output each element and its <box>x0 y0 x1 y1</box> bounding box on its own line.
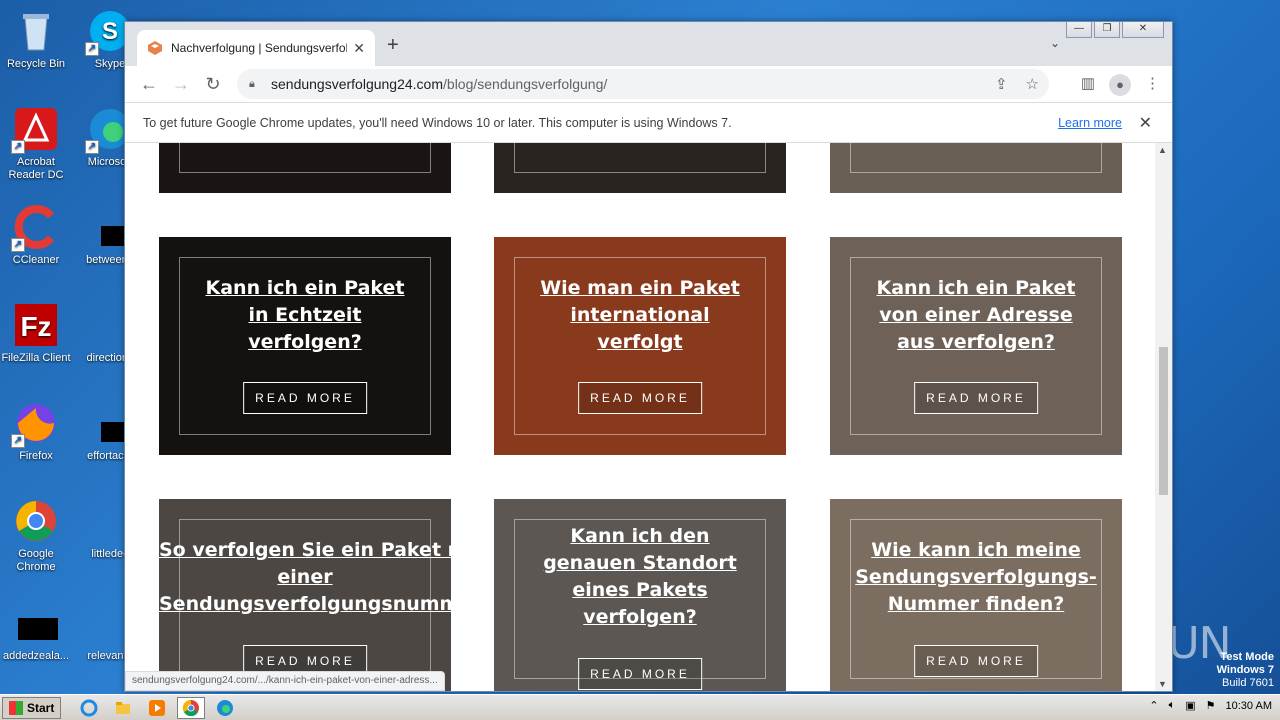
new-tab-button[interactable]: + <box>387 34 399 57</box>
desktop-icon-label: Acrobat Reader DC <box>8 156 64 181</box>
card-title[interactable]: So verfolgen Sie ein Paket mit einer Sen… <box>159 537 451 618</box>
card-title[interactable]: Kann ich ein Paket von einer Adresse aus… <box>830 275 1122 356</box>
shortcut-arrow-icon: ↗ <box>11 238 25 252</box>
blog-card[interactable]: So verfolgen Sie ein Paket mit einer Sen… <box>159 499 451 691</box>
read-more-button[interactable]: READ MORE <box>914 645 1038 677</box>
tab-active[interactable]: Nachverfolgung | Sendungsverfolgu ✕ <box>137 30 375 66</box>
ccleaner-icon: ↗ <box>11 204 59 252</box>
acrobat-icon: ↗ <box>11 106 59 154</box>
toolbar: ← → ↻ 🔒︎ sendungsverfolgung24.com/blog/s… <box>125 66 1172 102</box>
tray-expand-icon[interactable]: ⌃ <box>1149 699 1158 712</box>
card-title[interactable]: Wie kann ich meine Sendungsverfolgungs- … <box>830 537 1122 618</box>
tab-title: Nachverfolgung | Sendungsverfolgu <box>171 41 348 55</box>
desktop-icon-label: Firefox <box>19 450 53 462</box>
svg-text:Fz: Fz <box>20 311 51 342</box>
menu-kebab-icon[interactable]: ⋮ <box>1145 74 1160 96</box>
desktop-icon-ccleaner[interactable]: ↗ CCleaner <box>0 204 72 267</box>
scrollbar-thumb[interactable] <box>1159 347 1168 495</box>
desktop-icon-google-chrome[interactable]: Google Chrome <box>0 498 72 574</box>
blog-card[interactable]: Kann ich ein Paket in Echtzeit verfolgen… <box>159 237 451 455</box>
back-button[interactable]: ← <box>133 74 165 95</box>
reload-button[interactable]: ↻ <box>197 74 229 95</box>
windows-test-mode-watermark: Test Mode Windows 7 Build 7601 <box>1216 651 1274 689</box>
side-panel-icon[interactable]: ▥ <box>1081 74 1095 96</box>
desktop-icon-label: CCleaner <box>12 254 60 266</box>
profile-avatar-icon[interactable]: ● <box>1109 74 1131 96</box>
network-icon[interactable]: ▣ <box>1185 699 1195 712</box>
taskbar-ie-icon[interactable] <box>75 697 103 719</box>
system-tray: ⌃ 🔈︎ ▣ ⚑ 10:30 AM <box>1149 699 1272 712</box>
card-title[interactable]: Wie man ein Paket international verfolgt <box>494 275 786 356</box>
file-icon <box>13 600 59 646</box>
read-more-button[interactable]: READ MORE <box>578 382 702 414</box>
bookmark-star-icon[interactable]: ☆ <box>1026 75 1039 93</box>
tab-search-chevron-icon[interactable]: ⌄ <box>1050 36 1060 50</box>
firefox-icon: ↗ <box>11 400 59 448</box>
start-button[interactable]: Start <box>2 696 62 719</box>
read-more-button[interactable]: READ MORE <box>578 658 702 690</box>
card-partial[interactable] <box>830 143 1122 193</box>
vertical-scrollbar[interactable]: ▲ ▼ <box>1155 143 1172 691</box>
desktop-icon-acrobat[interactable]: ↗ Acrobat Reader DC <box>0 106 72 182</box>
shortcut-arrow-icon: ↗ <box>85 140 99 154</box>
url-path: /blog/sendungsverfolgung/ <box>443 76 608 92</box>
taskbar: Start ⌃ 🔈︎ ▣ ⚑ 10:30 AM <box>0 694 1280 720</box>
minimize-button[interactable]: — <box>1066 22 1092 38</box>
taskbar-edge-icon[interactable] <box>211 697 239 719</box>
desktop-icon-label: Recycle Bin <box>6 58 66 70</box>
read-more-button[interactable]: READ MORE <box>243 382 367 414</box>
restore-button[interactable]: ❐ <box>1094 22 1120 38</box>
desktop-icon-label: Skype <box>94 58 126 70</box>
share-icon[interactable]: ⇪ <box>995 75 1008 93</box>
site-favicon-icon <box>147 40 163 56</box>
filezilla-icon: Fz <box>13 302 59 348</box>
svg-text:S: S <box>102 18 118 45</box>
browser-window: Nachverfolgung | Sendungsverfolgu ✕ + ⌄ … <box>124 21 1173 692</box>
link-status-bar: sendungsverfolgung24.com/.../kann-ich-ei… <box>125 671 445 691</box>
shortcut-arrow-icon: ↗ <box>85 42 99 56</box>
blog-card[interactable]: Wie kann ich meine Sendungsverfolgungs- … <box>830 499 1122 691</box>
infobar-message: To get future Google Chrome updates, you… <box>143 115 732 130</box>
shortcut-arrow-icon: ↗ <box>11 140 25 154</box>
forward-button[interactable]: → <box>165 74 197 95</box>
volume-icon[interactable]: 🔈︎ <box>1169 699 1176 712</box>
window-controls: — ❐ ✕ <box>1066 22 1164 38</box>
infobar-close-icon[interactable]: ✕ <box>1139 113 1152 133</box>
taskbar-media-player-icon[interactable] <box>143 697 171 719</box>
clock[interactable]: 10:30 AM <box>1226 700 1272 712</box>
desktop-icon-label: FileZilla Client <box>1 352 71 364</box>
update-infobar: To get future Google Chrome updates, you… <box>125 102 1172 143</box>
card-title[interactable]: Kann ich den genauen Standort eines Pake… <box>494 523 786 631</box>
tab-close-icon[interactable]: ✕ <box>353 40 365 57</box>
lock-icon: 🔒︎ <box>249 77 255 90</box>
read-more-button[interactable]: READ MORE <box>914 382 1038 414</box>
scroll-up-arrow-icon[interactable]: ▲ <box>1158 145 1167 155</box>
desktop-icon-recycle-bin[interactable]: Recycle Bin <box>0 8 72 71</box>
blog-card[interactable]: Kann ich den genauen Standort eines Pake… <box>494 499 786 691</box>
shortcut-arrow-icon: ↗ <box>11 434 25 448</box>
card-partial[interactable] <box>159 143 451 193</box>
scroll-down-arrow-icon[interactable]: ▼ <box>1158 679 1167 689</box>
page-viewport: Kann ich ein Paket in Echtzeit verfolgen… <box>125 143 1172 691</box>
action-center-flag-icon[interactable]: ⚑ <box>1206 699 1216 712</box>
desktop-icon-label: addedzeala... <box>2 650 70 662</box>
card-title[interactable]: Kann ich ein Paket in Echtzeit verfolgen… <box>159 275 451 356</box>
window-close-button[interactable]: ✕ <box>1122 22 1164 38</box>
blog-card[interactable]: Kann ich ein Paket von einer Adresse aus… <box>830 237 1122 455</box>
learn-more-link[interactable]: Learn more <box>1058 116 1122 130</box>
desktop-icon-firefox[interactable]: ↗ Firefox <box>0 400 72 463</box>
chrome-icon <box>13 498 59 544</box>
card-partial[interactable] <box>494 143 786 193</box>
recycle-bin-icon <box>13 8 59 54</box>
desktop-icon-label: Google Chrome <box>16 548 56 573</box>
url-host: sendungsverfolgung24.com <box>271 76 444 92</box>
tab-strip: Nachverfolgung | Sendungsverfolgu ✕ + ⌄ … <box>125 22 1172 66</box>
desktop-icon-filezilla[interactable]: Fz FileZilla Client <box>0 302 72 365</box>
blog-card[interactable]: Wie man ein Paket international verfolgt… <box>494 237 786 455</box>
taskbar-explorer-icon[interactable] <box>109 697 137 719</box>
address-bar[interactable]: 🔒︎ sendungsverfolgung24.com/blog/sendung… <box>237 69 1049 99</box>
desktop-icon-addedzeala[interactable]: addedzeala... <box>0 600 72 663</box>
taskbar-chrome-icon[interactable] <box>177 696 206 719</box>
windows-logo-icon <box>9 700 23 715</box>
